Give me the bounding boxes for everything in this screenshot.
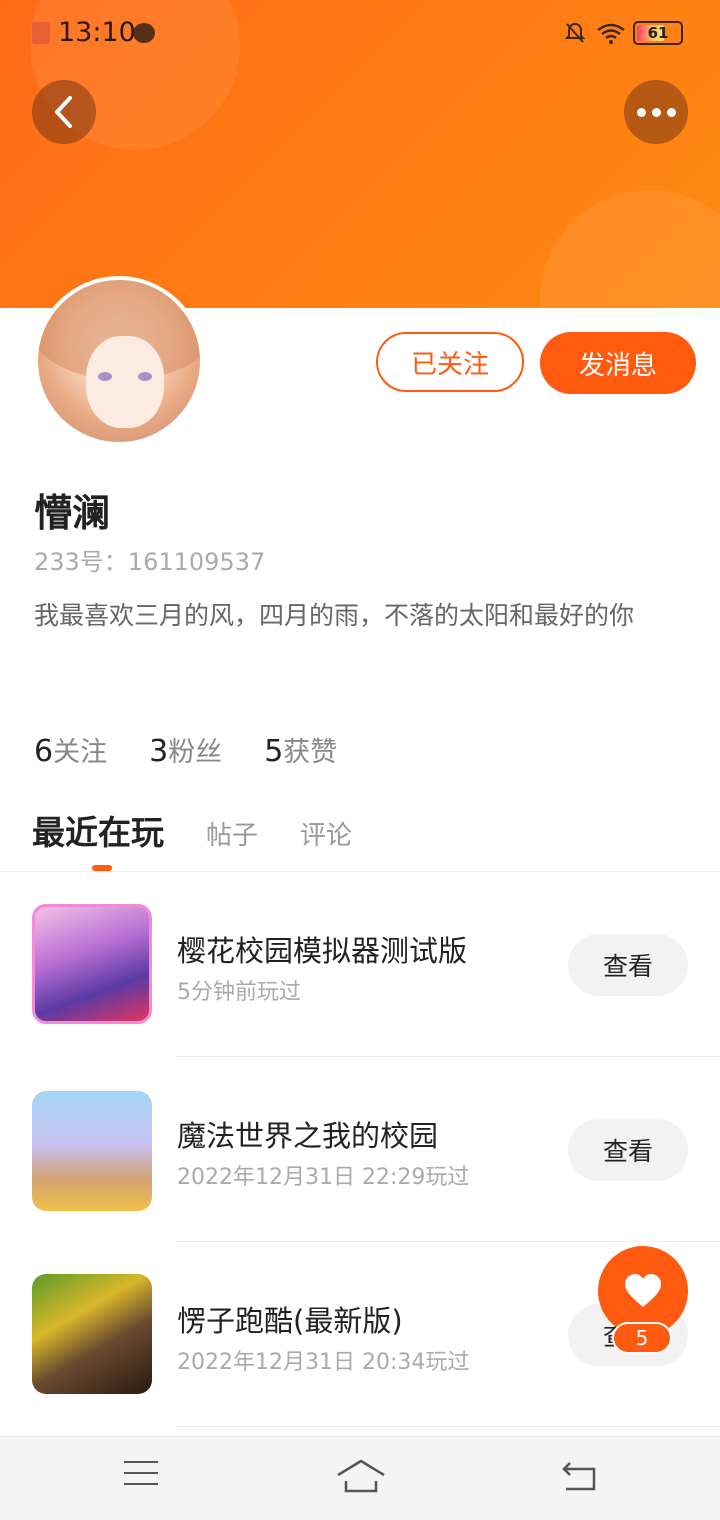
followed-button[interactable]: 已关注 — [376, 332, 524, 392]
game-icon — [32, 1274, 152, 1394]
chevron-left-icon — [55, 96, 72, 128]
profile-stats: 6 关注 3 粉丝 5 获赞 — [34, 730, 337, 769]
system-nav-bar — [0, 1436, 720, 1520]
send-message-button[interactable]: 发消息 — [540, 332, 696, 394]
more-dots-icon — [636, 107, 676, 117]
avatar-art — [138, 372, 152, 381]
game-title: 魔法世界之我的校园 — [177, 1119, 439, 1153]
game-title: 樱花校园模拟器测试版 — [177, 934, 468, 968]
profile-banner: 13:10 61 — [0, 0, 720, 308]
user-id: 233号：161109537 — [34, 548, 266, 576]
banner-decoration — [540, 190, 720, 308]
battery-cap — [633, 21, 683, 45]
profile-tabs: 最近在玩 帖子 评论 — [32, 806, 352, 854]
game-played-time: 2022年12月31日 20:34玩过 — [177, 1350, 470, 1375]
avatar[interactable] — [34, 276, 204, 446]
stat-label: 获赞 — [283, 737, 338, 768]
stat-following[interactable]: 6 关注 — [34, 730, 107, 769]
game-played-time: 2022年12月31日 22:29玩过 — [177, 1165, 470, 1190]
stat-number: 3 — [149, 734, 169, 769]
game-played-time: 5分钟前玩过 — [177, 980, 301, 1005]
heart-icon — [625, 1274, 661, 1307]
home-icon[interactable] — [336, 1459, 386, 1493]
wifi-icon — [597, 23, 625, 44]
divider — [176, 1426, 720, 1427]
username: 懵澜 — [34, 491, 111, 535]
stat-fans[interactable]: 3 粉丝 — [149, 730, 222, 769]
menu-icon[interactable] — [124, 1461, 158, 1487]
status-bar: 13:10 61 — [0, 0, 720, 66]
status-time: 13:10 — [58, 17, 136, 48]
avatar-art — [86, 336, 164, 428]
sim-icon — [32, 22, 50, 44]
game-icon — [32, 904, 152, 1024]
stat-number: 5 — [264, 734, 284, 769]
avatar-art — [98, 372, 112, 381]
tab-comments[interactable]: 评论 — [300, 815, 352, 852]
like-count-badge: 5 — [612, 1322, 672, 1354]
tab-recently-played[interactable]: 最近在玩 — [32, 806, 164, 854]
stat-likes[interactable]: 5 获赞 — [264, 730, 337, 769]
back-button[interactable] — [32, 80, 96, 144]
more-button[interactable] — [624, 80, 688, 144]
app-notification-icon — [133, 23, 155, 43]
game-icon — [32, 1091, 152, 1211]
bell-muted-icon — [565, 22, 585, 43]
view-button[interactable]: 查看 — [568, 1119, 688, 1181]
tab-posts[interactable]: 帖子 — [206, 815, 258, 852]
profile-page: 13:10 61 已关注 发消息 懵澜 233号：161109537 我最喜欢三… — [0, 0, 720, 1520]
game-title: 愣子跑酷(最新版) — [177, 1304, 403, 1338]
stat-number: 6 — [34, 734, 54, 769]
view-button[interactable]: 查看 — [568, 934, 688, 996]
user-bio: 我最喜欢三月的风，四月的雨，不落的太阳和最好的你 — [34, 601, 635, 630]
stat-label: 关注 — [53, 737, 108, 768]
game-list-item[interactable]: 魔法世界之我的校园 2022年12月31日 22:29玩过 查看 — [0, 1057, 720, 1242]
stat-label: 粉丝 — [168, 737, 223, 768]
back-nav-icon[interactable] — [560, 1461, 598, 1491]
game-list-item[interactable]: 樱花校园模拟器测试版 5分钟前玩过 查看 — [0, 872, 720, 1057]
